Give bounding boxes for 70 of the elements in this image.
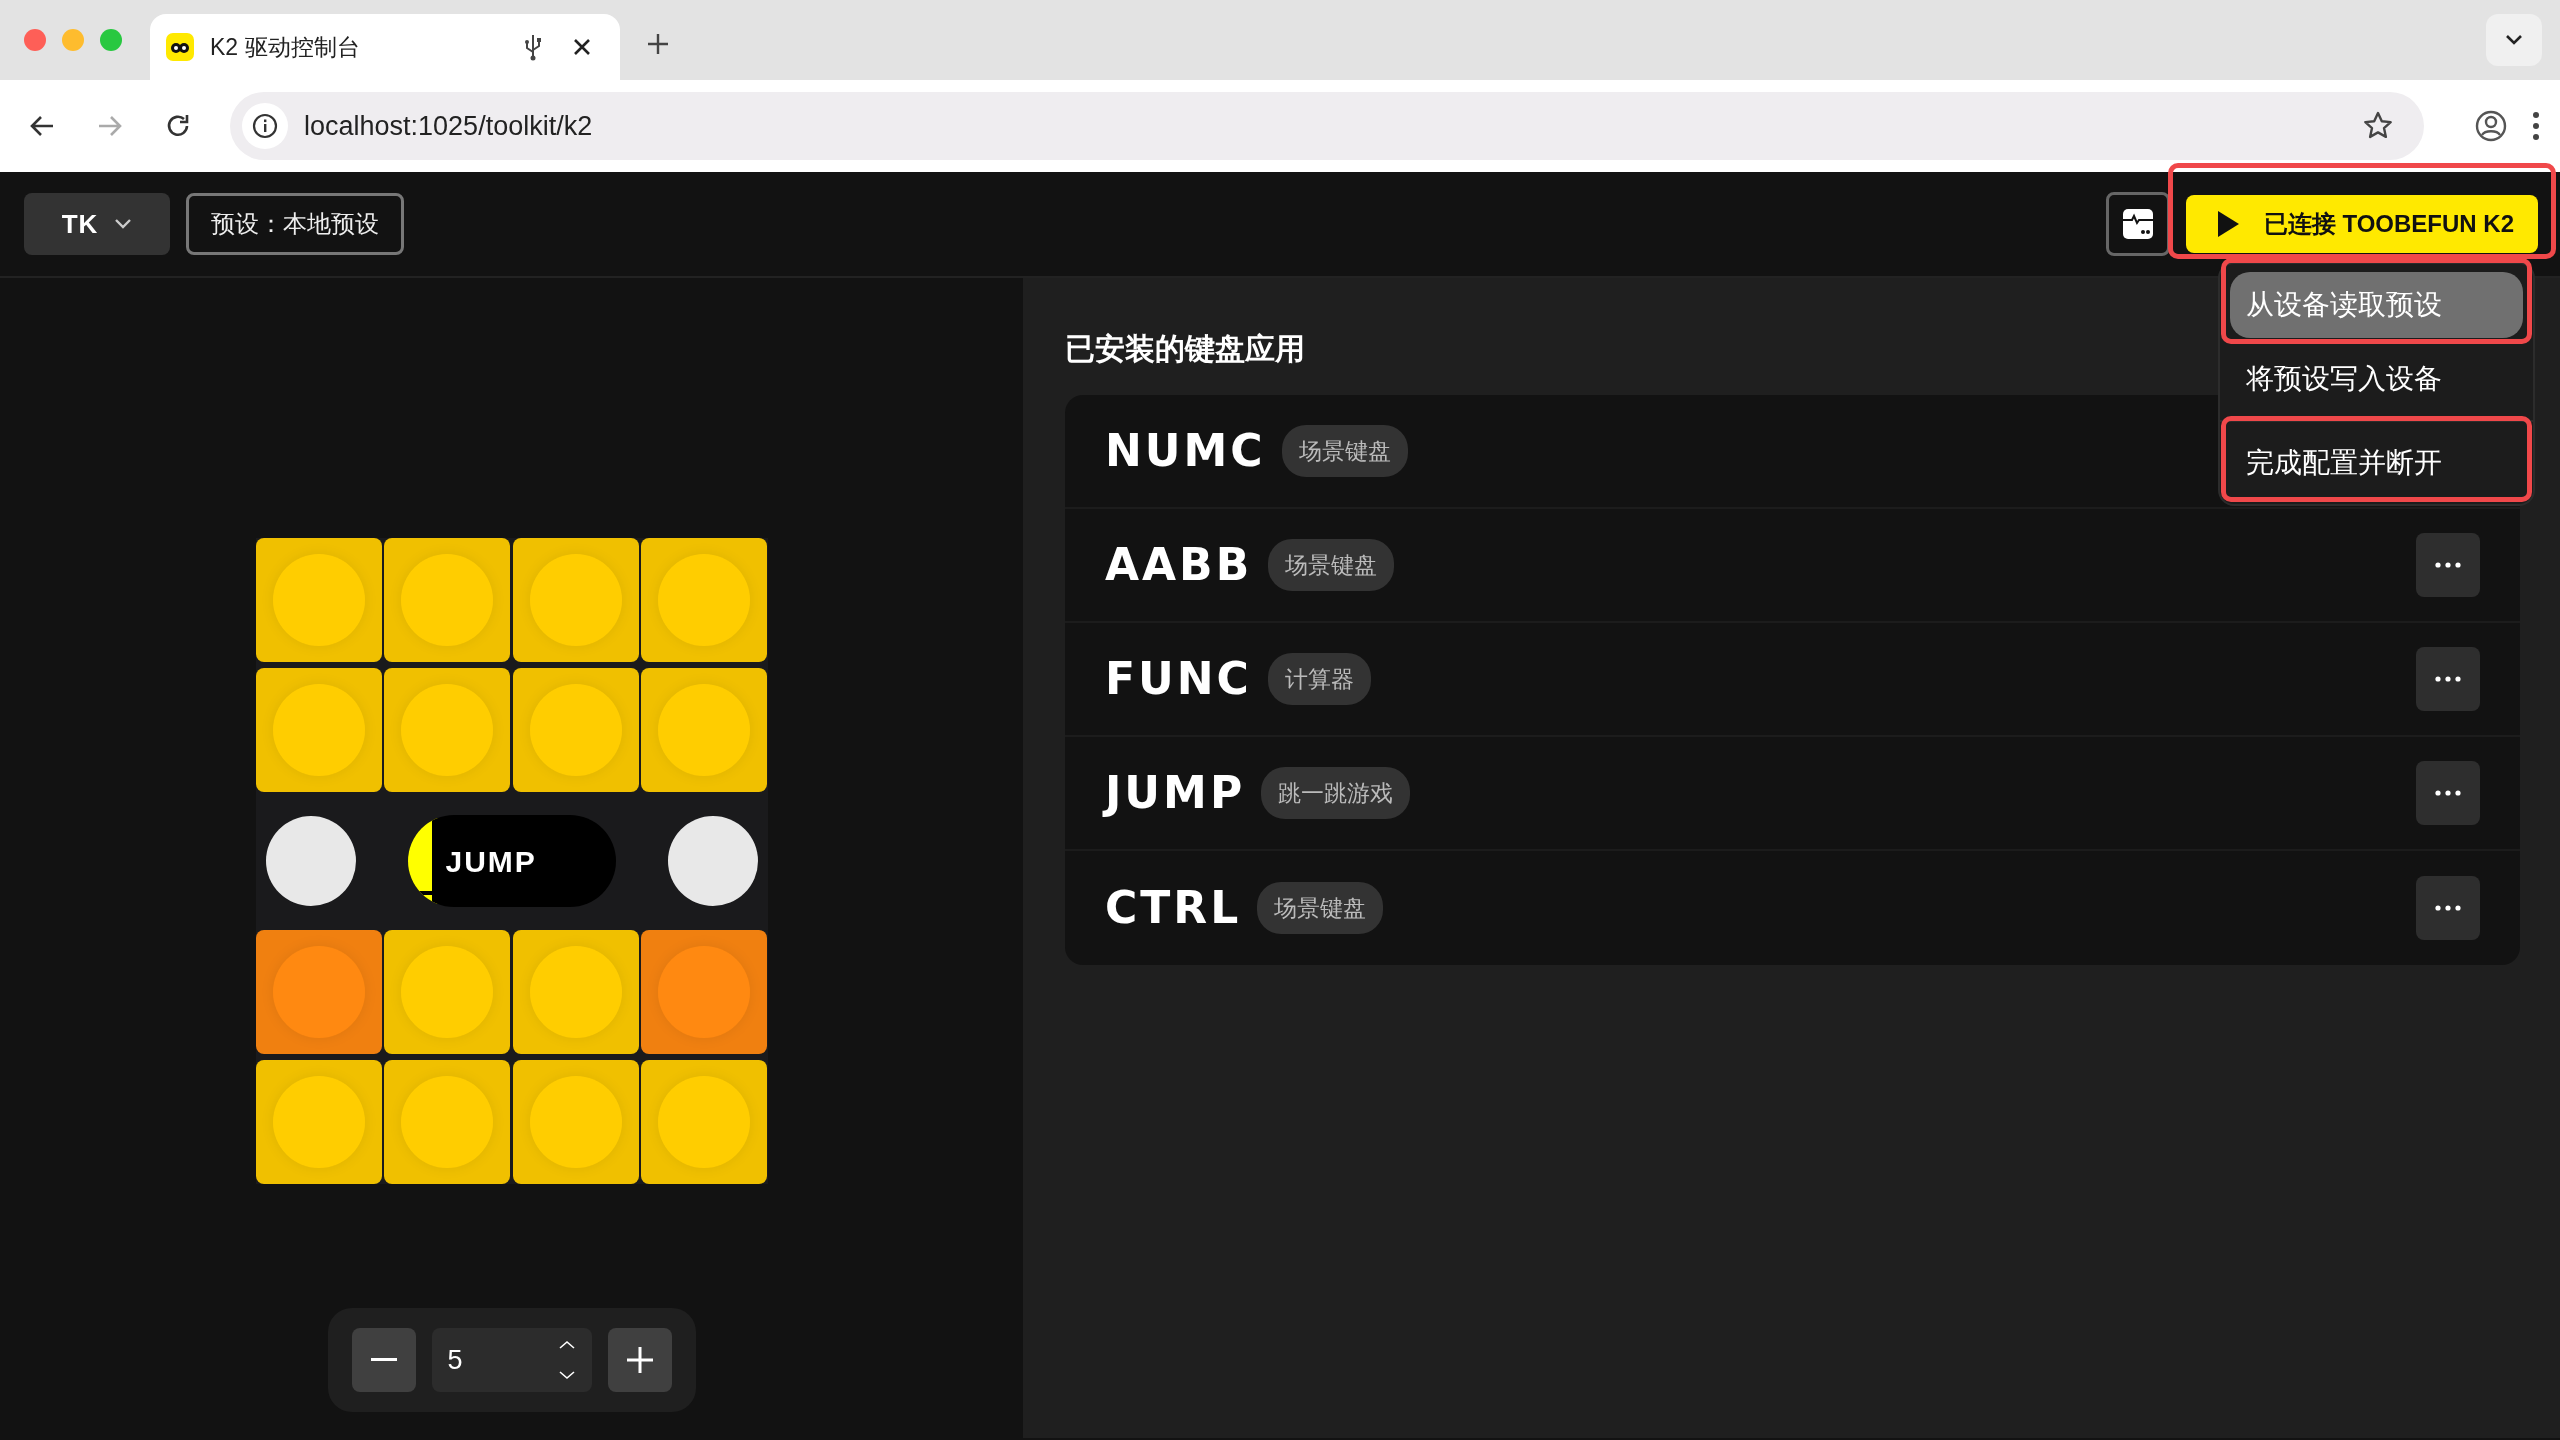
chevron-down-icon [114, 218, 133, 230]
more-dots-icon [2435, 676, 2461, 682]
window-control[interactable] [24, 29, 46, 51]
keyboard-key[interactable] [384, 1060, 511, 1184]
keyboard-key[interactable] [641, 668, 768, 792]
keyboard-key[interactable] [255, 668, 382, 792]
reload-icon [165, 113, 191, 139]
more-dots-icon [2435, 790, 2461, 796]
close-icon [572, 37, 592, 57]
menu-item[interactable]: 将预设写入设备 [2230, 346, 2523, 412]
app-tag: 场景键盘 [1268, 538, 1395, 592]
app-logo-icon [166, 33, 194, 61]
keyboard-key[interactable] [641, 538, 768, 662]
profile-icon[interactable] [2474, 109, 2508, 143]
app-name: AABB [1105, 538, 1253, 592]
keyboard-key[interactable] [255, 1060, 382, 1184]
window-control[interactable] [100, 29, 122, 51]
keyboard-key[interactable] [641, 930, 768, 1054]
address-bar[interactable]: localhost:1025/toolkit/k2 [230, 92, 2424, 160]
app-name: FUNC [1105, 652, 1252, 706]
jump-display: JUMP [407, 815, 616, 907]
window-control[interactable] [62, 29, 84, 51]
more-button[interactable] [2416, 647, 2480, 711]
keyboard-key[interactable] [384, 538, 511, 662]
tab-list-button[interactable] [2486, 14, 2542, 66]
decrement-button[interactable] [351, 1328, 416, 1392]
tab-title: K2 驱动控制台 [210, 32, 361, 62]
url-text: localhost:1025/toolkit/k2 [304, 109, 594, 143]
browser-tab[interactable]: K2 驱动控制台 [150, 14, 620, 80]
more-button[interactable] [2416, 761, 2480, 825]
app-name: NUMC [1105, 424, 1266, 478]
usb-icon [522, 33, 544, 61]
keyboard-key[interactable] [384, 930, 511, 1054]
menu-item[interactable]: 从设备读取预设 [2230, 272, 2523, 338]
keyboard-key[interactable] [255, 538, 382, 662]
connect-button[interactable]: 已连接 TOOBEFUN K2 [2185, 195, 2538, 253]
device-monitor-icon [2120, 207, 2155, 241]
section-title: 已安装的键盘应用 [1065, 331, 1306, 367]
app-tag: 跳一跳游戏 [1261, 766, 1411, 820]
app-name: CTRL [1105, 881, 1242, 935]
app-tag: 计算器 [1267, 652, 1371, 706]
number-field[interactable]: 5 [431, 1328, 592, 1392]
forward-arrow-icon [97, 114, 123, 138]
keyboard-key[interactable] [512, 930, 639, 1054]
chevron-down-icon [2504, 33, 2524, 47]
more-dots-icon [2435, 905, 2461, 911]
preset-button[interactable]: 预设：本地预设 [186, 193, 404, 255]
keyboard-key[interactable] [512, 538, 639, 662]
minus-icon [370, 1358, 397, 1362]
keyboard-key[interactable] [641, 1060, 768, 1184]
keyboard-key[interactable] [512, 1060, 639, 1184]
increment-button[interactable] [607, 1328, 672, 1392]
app-tag: 场景键盘 [1257, 881, 1384, 935]
back-arrow-icon [29, 114, 55, 138]
kebab-menu-icon[interactable] [2532, 111, 2540, 141]
keyboard-key[interactable] [255, 930, 382, 1054]
keyboard-key[interactable] [384, 668, 511, 792]
brand-dropdown[interactable]: TK [24, 193, 170, 255]
menu-item[interactable]: 完成配置并断开 [2230, 430, 2523, 496]
plus-icon [646, 32, 670, 56]
plus-icon [626, 1347, 653, 1373]
play-icon [2215, 210, 2240, 238]
keyboard-key[interactable] [512, 668, 639, 792]
spin-arrows-icon [557, 1340, 576, 1380]
app-tag: 场景键盘 [1281, 424, 1408, 478]
more-button[interactable] [2416, 533, 2480, 597]
more-button[interactable] [2416, 876, 2480, 940]
device-monitor-button[interactable] [2105, 192, 2170, 256]
more-dots-icon [2435, 562, 2461, 568]
info-icon[interactable] [252, 113, 278, 139]
